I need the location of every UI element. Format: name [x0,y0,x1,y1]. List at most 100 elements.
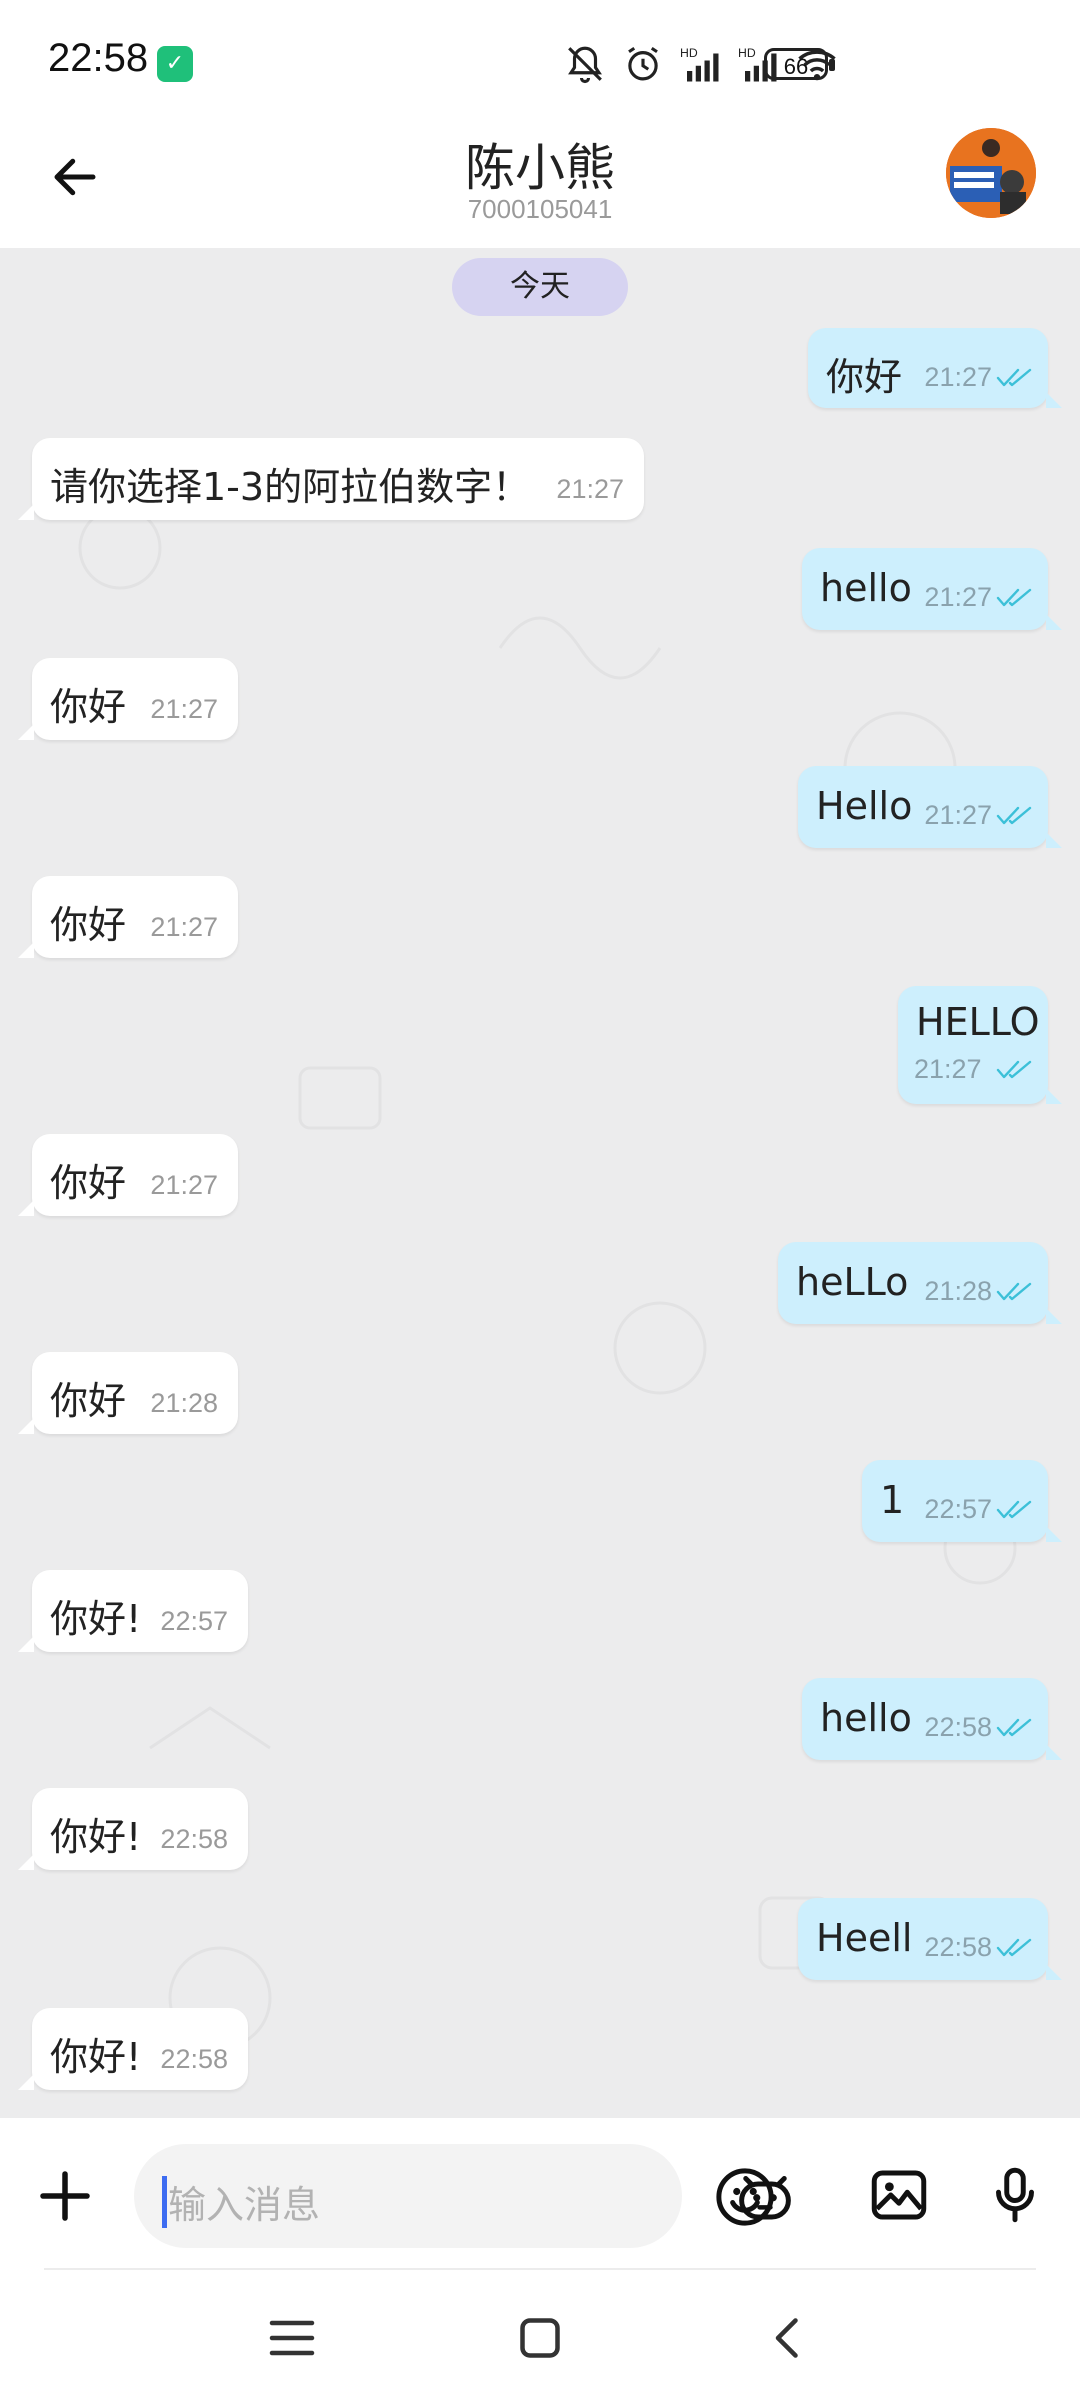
outgoing-message[interactable]: Heell 22:58 [798,1898,1062,1980]
bubble-tail [18,504,34,520]
message-time: 22:58 [924,1712,992,1742]
menu-nav-button[interactable] [262,2308,322,2368]
plus-icon [40,2171,90,2221]
bubble-tail [18,1418,34,1434]
message-time: 21:27 [150,1170,218,1200]
composer-bar: 输入消息 [0,2118,1080,2268]
message-time: 21:27 [924,800,992,830]
message-input[interactable]: 输入消息 [134,2144,774,2248]
gallery-button[interactable] [866,2162,932,2228]
chevron-left-icon [775,2318,798,2358]
incoming-message[interactable]: 你好 21:27 [18,876,238,958]
read-ticks-icon [996,1498,1034,1522]
svg-text:HD: HD [680,46,698,60]
contact-name: 陈小熊 [465,139,615,197]
outgoing-message[interactable]: 你好 21:27 [808,328,1062,408]
text-caret [162,2176,167,2228]
message-text: 你好 [50,903,127,947]
read-ticks-icon [996,586,1034,610]
read-ticks-icon [996,366,1034,390]
chat-area[interactable]: 今天 你好 21:27 请你选择1-3的阿拉伯数字！ 21:27 hello 21:27 你… [0,248,1080,2118]
incoming-message[interactable]: 请你选择1-3的阿拉伯数字！ 21:27 [18,438,644,520]
bubble-tail [18,724,34,740]
chat-header: 陈小熊 7000105041 [0,120,1080,248]
message-time: 21:27 [150,694,218,724]
voice-button[interactable] [982,2162,1048,2228]
back-nav-button[interactable] [758,2308,818,2368]
bubble-tail [1046,1088,1062,1104]
battery-indicator: 66 [764,48,835,80]
bot-button[interactable] [732,2162,798,2228]
bubble-tail [1046,1964,1062,1980]
bubble-tail [1046,1744,1062,1760]
message-time: 22:58 [160,2044,228,2074]
bubble-tail [1046,392,1062,408]
message-time: 22:57 [924,1494,992,1524]
outgoing-message[interactable]: hello 21:27 [802,548,1062,630]
incoming-message[interactable]: 你好 21:27 [18,1134,238,1216]
outgoing-message[interactable]: HELLO 21:27 [898,986,1062,1104]
incoming-message[interactable]: 你好 21:27 [18,658,238,740]
message-time: 21:27 [924,362,992,392]
bubble-tail [1046,614,1062,630]
message-text: hello [820,566,912,610]
svg-text:HD: HD [738,46,756,60]
message-time: 21:28 [924,1276,992,1306]
bubble-tail [1046,832,1062,848]
square-icon [520,2318,560,2358]
message-text: heLLo [796,1260,909,1304]
bubble-tail [18,1200,34,1216]
bell-muted-icon [564,43,606,85]
outgoing-message[interactable]: 1 22:57 [862,1460,1062,1542]
message-time: 22:57 [160,1606,228,1636]
message-text: hello [820,1696,912,1740]
bubble-tail [1046,1308,1062,1324]
avatar[interactable] [946,128,1036,218]
incoming-message[interactable]: 你好! 22:57 [18,1570,248,1652]
message-time: 21:27 [556,474,624,504]
contact-id: 7000105041 [467,194,613,224]
bubble-tail [18,1854,34,1870]
message-time: 21:27 [914,1054,982,1084]
alarm-icon [622,43,664,85]
message-text: HELLO [916,1000,1040,1044]
incoming-message[interactable]: 你好! 22:58 [18,2008,248,2090]
message-text: 你好 [826,355,903,399]
message-text: Heell [816,1916,913,1960]
message-time: 21:27 [924,582,992,612]
message-text: 你好! [50,1597,142,1641]
shield-icon: ✓ [157,46,193,82]
status-time: 22:58 [48,36,149,80]
input-placeholder: 输入消息 [168,2183,321,2227]
message-text: 你好 [50,1161,127,1205]
message-text: 你好! [50,2035,142,2079]
message-text: 请你选择1-3的阿拉伯数字！ [50,465,531,509]
robot-face-icon [739,2176,791,2220]
microphone-icon [996,2167,1034,2223]
bubble-tail [1046,1526,1062,1542]
status-bar: 22:58 ✓ HD HD 66 [0,0,1080,120]
home-nav-button[interactable] [510,2308,570,2368]
outgoing-message[interactable]: Hello 21:27 [798,766,1062,848]
message-time: 21:28 [150,1388,218,1418]
read-ticks-icon [996,1936,1034,1960]
signal-hd-icon: HD [680,43,722,85]
bubble-tail [18,2074,34,2090]
image-icon [871,2170,927,2220]
message-text: 你好! [50,1815,142,1859]
system-nav-bar [0,2270,1080,2400]
outgoing-message[interactable]: heLLo 21:28 [778,1242,1062,1324]
message-text: Hello [816,784,913,828]
read-ticks-icon [996,1058,1034,1082]
bubble-tail [18,942,34,958]
incoming-message[interactable]: 你好 21:28 [18,1352,238,1434]
date-separator: 今天 [452,258,628,316]
hamburger-icon [269,2320,315,2356]
incoming-message[interactable]: 你好! 22:58 [18,1788,248,1870]
outgoing-message[interactable]: hello 22:58 [802,1678,1062,1760]
add-attachment-button[interactable] [32,2163,98,2229]
message-text: 1 [880,1478,905,1522]
read-ticks-icon [996,1716,1034,1740]
bubble-tail [18,1636,34,1652]
message-time: 22:58 [924,1932,992,1962]
